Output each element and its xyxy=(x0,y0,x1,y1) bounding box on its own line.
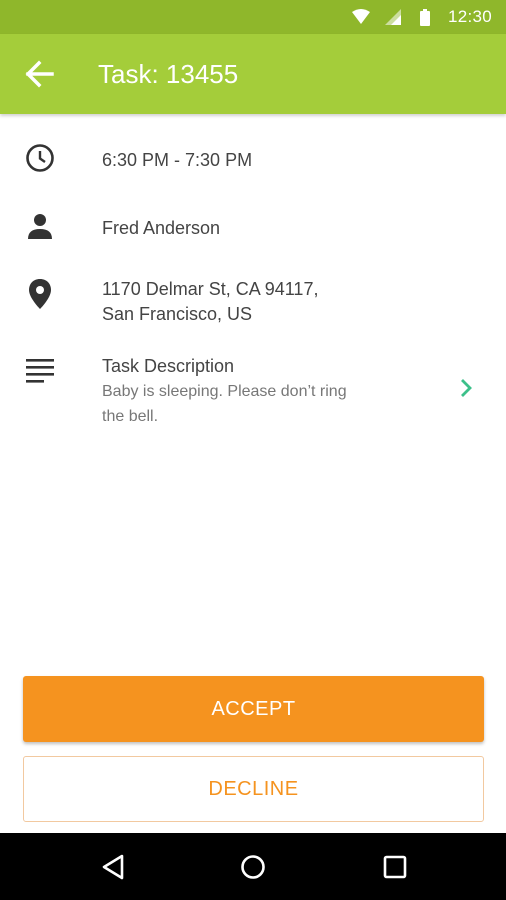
accept-button[interactable]: ACCEPT xyxy=(23,676,484,742)
task-description-row[interactable]: Task Description Baby is sleeping. Pleas… xyxy=(0,354,506,434)
wifi-icon xyxy=(351,8,370,26)
nav-back-icon[interactable] xyxy=(96,850,130,884)
address-line-2: San Francisco, US xyxy=(102,304,253,324)
person-icon xyxy=(24,210,56,242)
address-line-1: 1170 Delmar St, CA 94117, xyxy=(102,279,319,299)
arrow-left-icon xyxy=(25,60,54,88)
decline-button[interactable]: DECLINE xyxy=(23,756,484,822)
address-row: 1170 Delmar St, CA 94117, San Francisco,… xyxy=(0,276,506,332)
battery-icon xyxy=(416,8,434,26)
system-nav-bar xyxy=(0,833,506,900)
time-row: 6:30 PM - 7:30 PM xyxy=(0,142,506,178)
task-description-title: Task Description xyxy=(102,356,235,376)
notes-lines-icon xyxy=(24,354,56,386)
clock-icon xyxy=(24,142,56,174)
nav-recents-icon[interactable] xyxy=(378,850,412,884)
status-clock: 12:30 xyxy=(447,7,492,26)
status-bar: 12:30 xyxy=(0,0,506,34)
back-button[interactable] xyxy=(0,34,82,114)
nav-home-icon[interactable] xyxy=(236,850,270,884)
time-range-text: 6:30 PM - 7:30 PM xyxy=(102,150,253,170)
task-description-line-2: the bell. xyxy=(102,408,159,425)
task-description-line-1: Baby is sleeping. Please don’t ring xyxy=(102,383,347,400)
chevron-right-icon[interactable] xyxy=(456,376,476,400)
customer-row: Fred Anderson xyxy=(0,210,506,246)
location-pin-icon xyxy=(24,278,56,310)
customer-name-text: Fred Anderson xyxy=(102,218,221,238)
app-bar: Task: 13455 xyxy=(0,34,506,114)
page-title: Task: 13455 xyxy=(98,58,239,89)
cell-signal-icon xyxy=(384,8,402,26)
